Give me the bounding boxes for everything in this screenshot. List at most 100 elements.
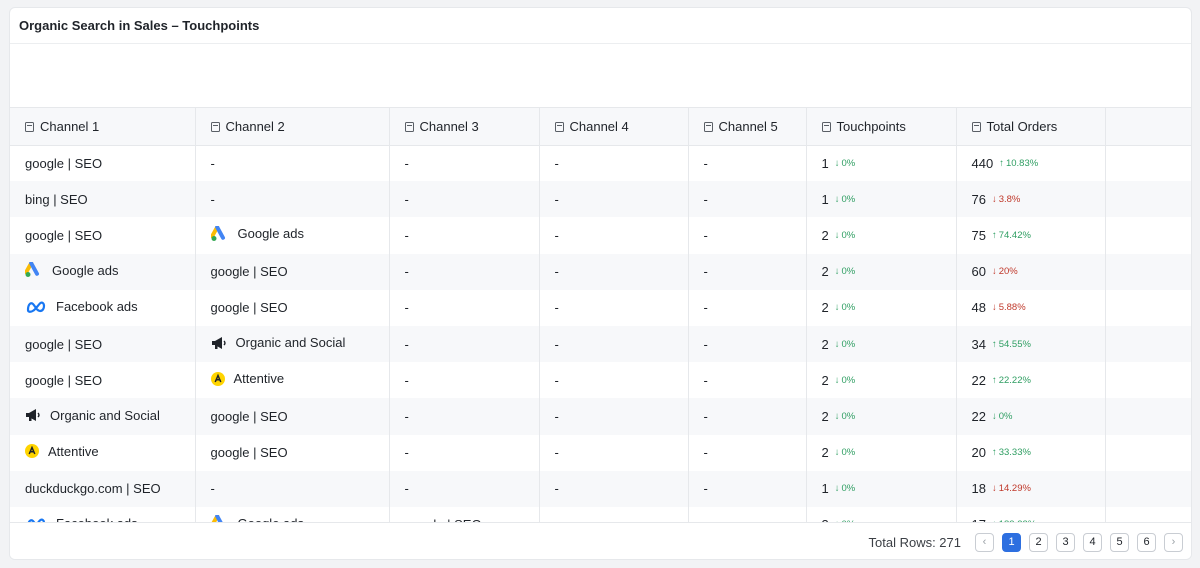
column-header-label: Channel 3 [419,118,479,134]
total-orders-cell: 22 ↑ 22.22% [956,362,1106,399]
total-orders-cell: 20 ↑ 33.33% [956,434,1106,471]
spacer-cell [1105,362,1191,399]
card-title: Organic Search in Sales – Touchpoints [10,8,1191,44]
total-orders-value: 75 [971,227,986,243]
next-page-button[interactable]: › [1164,532,1183,552]
channel-label: - [554,372,559,388]
touchpoints-value: 1 [821,155,829,171]
table-row[interactable]: duckduckgo.com | SEO - - - -1 ↓ 0% 18 ↓ 14.29% [10,470,1191,507]
page-button-1[interactable]: 1 [1002,532,1021,552]
touchpoints-cell: 2 ↓ 0% [806,325,957,363]
card-blank-area [10,44,1191,106]
page-button-5[interactable]: 5 [1110,532,1129,552]
channel-label: - [703,481,708,497]
delta-value: 0% [998,410,1013,422]
channel-cell: - [688,253,807,290]
touchpoints-value: 2 [821,227,829,243]
total-orders-value: 76 [971,191,986,207]
column-header-channel-4[interactable]: Channel 4 [539,108,689,146]
column-header-channel-2[interactable]: Channel 2 [195,108,390,146]
channel-cell: - [688,398,807,435]
channel-label: google | SEO [210,300,288,316]
spacer-cell [1105,398,1191,435]
column-header-channel-3[interactable]: Channel 3 [389,108,540,146]
table-row[interactable]: Organic and Social google | SEO - - -2 ↓ 0% 22 ↓… [10,398,1191,435]
delta-value: 33.33% [998,447,1031,459]
column-header-total-orders[interactable]: Total Orders [956,108,1106,146]
delta-value: 54.55% [998,338,1031,350]
touchpoints-cell: 2 ↓ 0% [806,434,957,471]
delta-value: 0% [841,229,856,241]
total-orders-cell: 18 ↓ 14.29% [956,470,1106,507]
arrow-up-icon: ↑ [991,338,997,350]
channel-cell: - [539,217,689,254]
channel-label: - [554,264,559,280]
channel-cell: google | SEO [10,325,196,363]
table-row[interactable]: google | SEO Google ads - - - 2 ↓ 0% 75 ↑ 74.42% [10,217,1191,254]
channel-label: - [554,408,559,424]
google-ads-icon [25,262,43,278]
channel-cell: - [688,470,807,507]
total-orders-cell: 34 ↑ 54.55% [956,325,1106,363]
channel-label: - [404,155,409,171]
table-row[interactable]: google | SEO - - - - 1 ↓ 0% 440 ↑ 10.83% [10,145,1191,182]
channel-label: - [554,191,559,207]
megaphone-icon [211,336,227,350]
channel-cell: - [389,470,540,507]
channel-cell: - [389,181,540,218]
table-row[interactable]: google | SEO Organic and Social - - - 2 ↓ 0% 34 ↑… [10,325,1191,363]
table-row[interactable]: Facebook adsGoogle adsgoogle | SEO--3↓0%… [10,506,1191,522]
prev-page-button[interactable]: ‹ [975,532,994,552]
google-ads-icon [210,225,229,242]
channel-label: - [703,336,708,352]
arrow-up-icon: ↑ [999,157,1004,169]
column-header-channel-5[interactable]: Channel 5 [688,108,807,146]
arrow-down-icon: ↓ [991,302,997,314]
channel-label: google | SEO [25,227,103,243]
table-scroll-area[interactable]: Channel 1 Channel 2 Channel 3 Channel 4 Chan… [10,107,1191,522]
orders-delta: ↓ 5.88% [992,302,1026,313]
channel-label: - [703,227,708,243]
total-orders-value: 22 [971,408,986,424]
page-button-6[interactable]: 6 [1137,532,1156,552]
channel-label: - [703,155,708,171]
channel-label: bing | SEO [25,191,88,207]
channel-cell: - [688,434,807,471]
channel-cell: Google ads [10,253,196,290]
touchpoints-value: 1 [821,191,829,207]
table-row[interactable]: google | SEO Attentive - - - 2 ↓ 0% 22 ↑ 22.22% [10,362,1191,399]
total-orders-value: 48 [971,300,986,316]
table-body: google | SEO - - - -1 ↓ 0% 440 ↑ 10.83% bing | SEO… [10,145,1191,522]
column-type-icon [25,121,34,132]
channel-cell: - [539,181,689,218]
column-header-touchpoints[interactable]: Touchpoints [806,108,957,146]
spacer-cell [1105,253,1191,290]
page-button-2[interactable]: 2 [1029,532,1048,552]
channel-label: - [703,372,708,388]
arrow-down-icon: ↓ [834,229,840,241]
arrow-down-icon: ↓ [991,193,997,205]
channel-label: - [703,445,708,461]
table-row[interactable]: bing | SEO - - - -1 ↓ 0% 76 ↓ 3.8% [10,181,1191,218]
channel-cell: - [539,470,689,507]
touchpoints-delta: ↓0% [835,411,855,422]
channel-cell: google | SEO [10,145,196,182]
channel-cell: Organic and Social [10,398,196,435]
table-row[interactable]: Attentive google | SEO - - - 2 ↓ 0% 20 ↑ 33.33% [10,434,1191,471]
page-button-3[interactable]: 3 [1056,532,1075,552]
delta-value: 0% [841,410,856,422]
arrow-down-icon: ↓ [834,157,840,169]
column-header-channel-1[interactable]: Channel 1 [10,108,196,146]
touchpoints-value: 2 [821,372,829,388]
page-button-4[interactable]: 4 [1083,532,1102,552]
channel-cell: duckduckgo.com | SEO [10,470,196,507]
table-row[interactable]: Facebook ads google | SEO - - -2 ↓ 0% 48 ↓ 5.88% [10,289,1191,326]
total-orders-value: 20 [971,445,986,461]
arrow-down-icon: ↓ [834,483,840,495]
touchpoints-card: Organic Search in Sales – Touchpoints Ch… [9,7,1192,560]
orders-delta: ↑ 10.83% [999,158,1038,169]
delta-value: 74.42% [998,229,1031,241]
channel-cell: Google ads [195,506,390,522]
channel-label: - [404,408,409,424]
table-row[interactable]: Google ads google | SEO - - -2 ↓ 0% 60 ↓ 20% [10,253,1191,290]
